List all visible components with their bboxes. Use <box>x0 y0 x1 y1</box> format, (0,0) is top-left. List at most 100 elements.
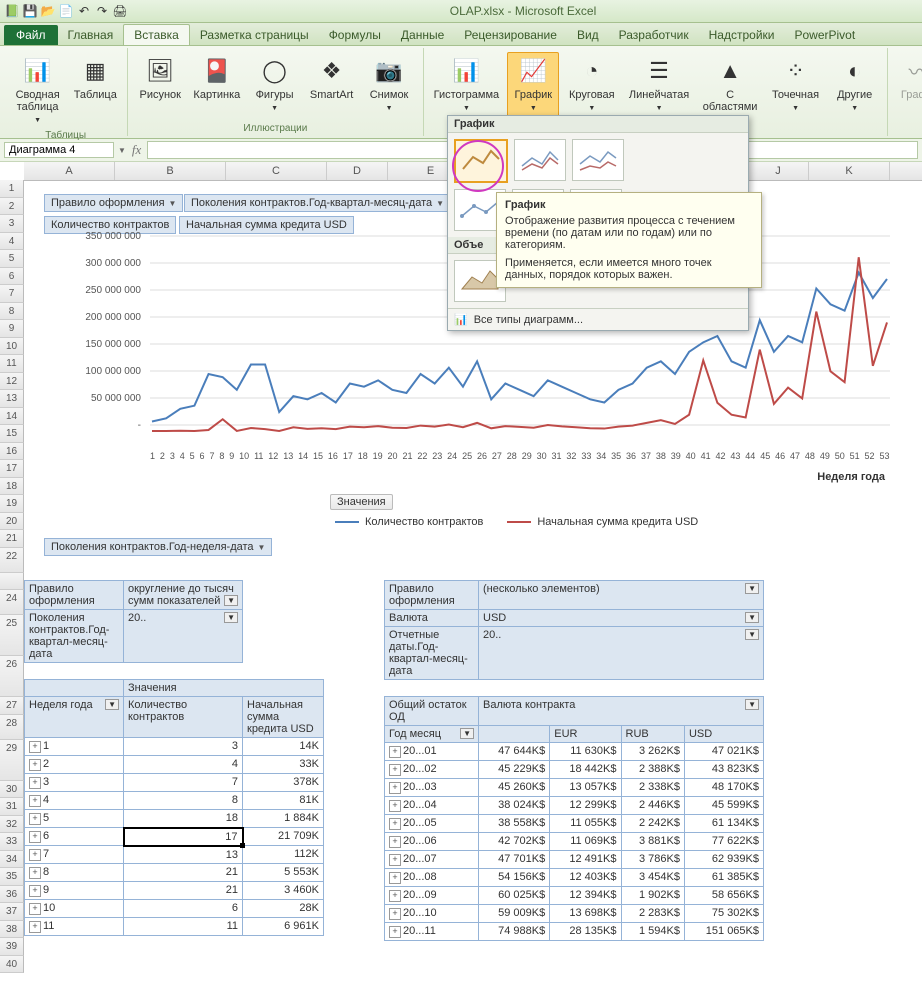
chart-y-axis: 350 000 000300 000 000250 000 000200 000… <box>75 231 145 451</box>
row-header[interactable]: 30 <box>0 781 24 799</box>
row-header[interactable]: 11 <box>0 355 24 373</box>
chart-type-100-stacked-line[interactable] <box>572 139 624 181</box>
chart-type-stacked-line[interactable] <box>514 139 566 181</box>
ribbon-график[interactable]: 📈График ▼ <box>507 52 559 118</box>
ribbon-smartart[interactable]: ❖SmartArt <box>306 52 358 104</box>
row-header[interactable]: 34 <box>0 851 24 869</box>
row-header[interactable]: 33 <box>0 833 24 851</box>
row-header[interactable]: 24 <box>0 590 24 615</box>
tab-view[interactable]: Вид <box>567 25 609 45</box>
ribbon-сводная-таблица[interactable]: 📊Своднаятаблица ▼ <box>10 52 65 130</box>
new-icon[interactable]: 📄 <box>58 3 74 19</box>
row-header[interactable]: 32 <box>0 816 24 834</box>
ribbon-другие[interactable]: ◐Другие ▼ <box>829 52 881 118</box>
values-button[interactable]: Значения <box>330 494 393 510</box>
row-header[interactable]: 21 <box>0 530 24 548</box>
col-header-B[interactable]: B <box>115 162 226 180</box>
quick-access-toolbar: 📗 💾 📂 📄 ↶ ↷ 🖨 <box>4 3 128 19</box>
row-header[interactable]: 31 <box>0 798 24 816</box>
undo-icon[interactable]: ↶ <box>76 3 92 19</box>
row-headers: 1234567891011121314151617181920212224252… <box>0 180 24 973</box>
row-header[interactable]: 19 <box>0 495 24 513</box>
row-header[interactable]: 12 <box>0 373 24 391</box>
row-header[interactable]: 35 <box>0 868 24 886</box>
row-header[interactable]: 4 <box>0 233 24 251</box>
row-header[interactable]: 5 <box>0 250 24 268</box>
row-header[interactable]: 10 <box>0 338 24 356</box>
print-icon[interactable]: 🖨 <box>112 3 128 19</box>
title-bar: 📗 💾 📂 📄 ↶ ↷ 🖨 OLAP.xlsx - Microsoft Exce… <box>0 0 922 23</box>
save-icon[interactable]: 💾 <box>22 3 38 19</box>
row-header[interactable]: 28 <box>0 715 24 740</box>
tab-insert[interactable]: Вставка <box>123 24 190 45</box>
row-header[interactable] <box>0 573 24 591</box>
row-header[interactable]: 6 <box>0 268 24 286</box>
ribbon-рисунок[interactable]: 🖼Рисунок <box>134 52 186 104</box>
window-title: OLAP.xlsx - Microsoft Excel <box>128 4 918 18</box>
fx-icon[interactable]: fx <box>126 142 147 158</box>
ribbon-круговая[interactable]: ◔Круговая ▼ <box>563 52 620 118</box>
row-header[interactable]: 15 <box>0 425 24 443</box>
row-header[interactable]: 3 <box>0 215 24 233</box>
tab-powerpivot[interactable]: PowerPivot <box>784 25 865 45</box>
tab-addins[interactable]: Надстройки <box>699 25 785 45</box>
tab-review[interactable]: Рецензирование <box>454 25 567 45</box>
chart-type-line[interactable] <box>454 139 508 183</box>
namebox-dropdown-icon[interactable]: ▼ <box>118 146 126 155</box>
tab-dev[interactable]: Разработчик <box>609 25 699 45</box>
row-header[interactable]: 8 <box>0 303 24 321</box>
tab-layout[interactable]: Разметка страницы <box>190 25 319 45</box>
ribbon-снимок[interactable]: 📷Снимок ▼ <box>362 52 417 118</box>
filter-week[interactable]: Поколения контрактов.Год-неделя-дата▼ <box>44 538 272 556</box>
col-header-D[interactable]: D <box>327 162 388 180</box>
row-header[interactable]: 1 <box>0 180 24 198</box>
row-header[interactable]: 20 <box>0 513 24 531</box>
ribbon-гистограмма[interactable]: 📊Гистограмма ▼ <box>430 52 504 118</box>
row-header[interactable]: 17 <box>0 460 24 478</box>
row-header[interactable]: 9 <box>0 320 24 338</box>
row-header[interactable]: 16 <box>0 443 24 461</box>
row-header[interactable]: 26 <box>0 656 24 697</box>
tab-data[interactable]: Данные <box>391 25 454 45</box>
chart-type-tooltip: График Отображение развития процесса с т… <box>496 192 762 288</box>
row-header[interactable]: 39 <box>0 938 24 956</box>
ribbon-картинка[interactable]: 🎴Картинка <box>190 52 243 104</box>
row-header[interactable]: 36 <box>0 886 24 904</box>
pivot-table-left[interactable]: Правило оформленияокругление до тысяч су… <box>24 580 324 936</box>
chart-types-icon: 📊 <box>454 313 468 326</box>
filter-rule[interactable]: Правило оформления▼ <box>44 194 183 212</box>
all-chart-types[interactable]: 📊 Все типы диаграмм... <box>448 308 748 330</box>
row-header[interactable]: 13 <box>0 390 24 408</box>
row-header[interactable]: 38 <box>0 921 24 939</box>
row-header[interactable]: 40 <box>0 956 24 974</box>
open-icon[interactable]: 📂 <box>40 3 56 19</box>
chart-legend: Количество контрактов Начальная сумма кр… <box>335 516 698 528</box>
ribbon-линейчатая[interactable]: ☰Линейчатая ▼ <box>624 52 693 118</box>
tab-home[interactable]: Главная <box>58 25 124 45</box>
row-header[interactable]: 14 <box>0 408 24 426</box>
ribbon-таблица[interactable]: ▦Таблица <box>69 52 121 104</box>
col-header-K[interactable]: K <box>809 162 890 180</box>
row-header[interactable]: 18 <box>0 478 24 496</box>
name-box[interactable] <box>4 142 114 158</box>
col-header-C[interactable]: C <box>226 162 327 180</box>
chart-x-axis: 1234567891011121314151617181920212223242… <box>150 451 890 461</box>
row-header[interactable]: 2 <box>0 198 24 216</box>
tab-file[interactable]: Файл <box>4 25 58 45</box>
redo-icon[interactable]: ↷ <box>94 3 110 19</box>
row-header[interactable]: 27 <box>0 697 24 715</box>
ribbon-фигуры[interactable]: ◯Фигуры ▼ <box>247 52 301 118</box>
row-header[interactable]: 29 <box>0 740 24 781</box>
row-header[interactable]: 7 <box>0 285 24 303</box>
pivot-table-right[interactable]: Правило оформления(несколько элементов) … <box>384 580 764 941</box>
col-header-J[interactable]: J <box>748 162 809 180</box>
row-header[interactable]: 37 <box>0 903 24 921</box>
row-header[interactable]: 22 <box>0 548 24 573</box>
filter-generations[interactable]: Поколения контрактов.Год-квартал-месяц-д… <box>184 194 451 212</box>
col-header-A[interactable]: A <box>24 162 115 180</box>
ribbon-точечная[interactable]: ⁘Точечная ▼ <box>766 52 824 118</box>
chart-x-title: Неделя года <box>817 471 885 483</box>
tab-formulas[interactable]: Формулы <box>319 25 391 45</box>
row-header[interactable]: 25 <box>0 615 24 656</box>
ribbon-tabs: Файл Главная Вставка Разметка страницы Ф… <box>0 23 922 46</box>
